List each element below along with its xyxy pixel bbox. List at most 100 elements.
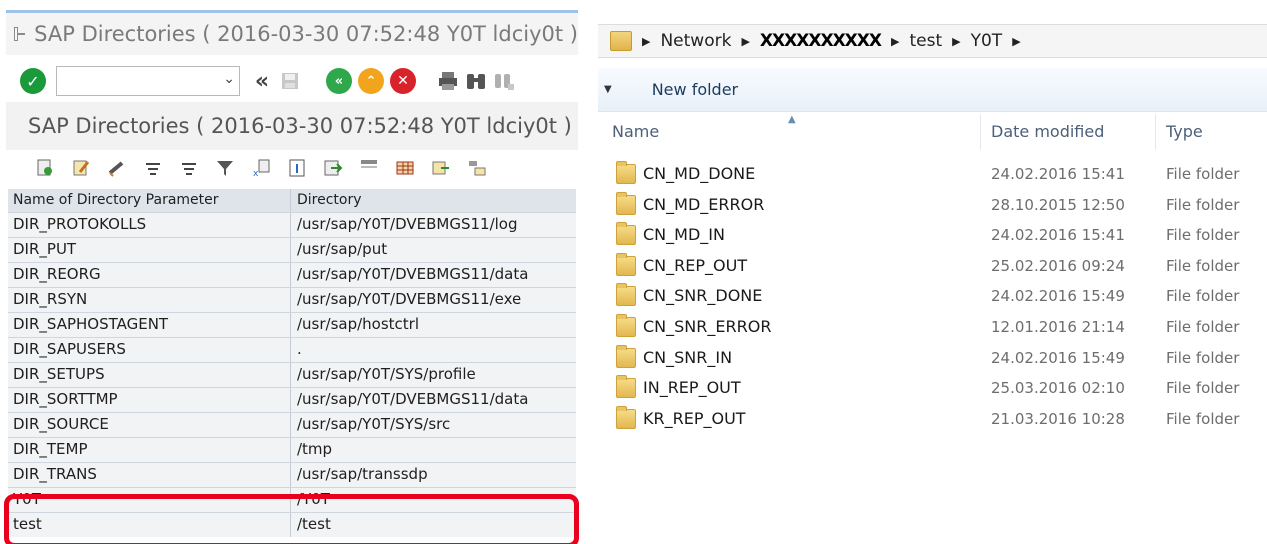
sort-ascending-icon[interactable] <box>140 156 166 180</box>
sort-descending-icon[interactable] <box>176 156 202 180</box>
list-item[interactable]: IN_REP_OUT 25.03.2016 02:10 File folder <box>598 374 1267 405</box>
sap-panel: SAP Directories ( 2016-03-30 07:52:48 Y0… <box>0 0 582 544</box>
layout-icon[interactable] <box>356 156 382 180</box>
yellow-up-icon[interactable]: ⌃ <box>358 68 384 94</box>
export-icon[interactable] <box>320 156 346 180</box>
table-row[interactable]: DIR_SORTTMP/usr/sap/Y0T/DVEBMGS11/data <box>8 387 576 412</box>
folder-type: File folder <box>1166 409 1240 428</box>
sort-indicator-icon: ▲ <box>788 114 796 125</box>
list-item[interactable]: CN_MD_DONE 24.02.2016 15:41 File folder <box>598 160 1267 191</box>
directory-table: Name of Directory Parameter Directory DI… <box>8 189 576 537</box>
check-icon[interactable]: ✓ <box>20 68 46 94</box>
column-header-parameter[interactable]: Name of Directory Parameter <box>13 189 219 212</box>
organize-dropdown-icon[interactable]: ▼ <box>604 84 612 95</box>
list-item[interactable]: CN_SNR_ERROR 12.01.2016 21:14 File folder <box>598 313 1267 344</box>
table-row[interactable]: test/test <box>8 512 576 537</box>
back-arrows-icon[interactable]: « <box>248 67 276 95</box>
list-item[interactable]: CN_MD_IN 24.02.2016 15:41 File folder <box>598 221 1267 252</box>
table-row[interactable]: DIR_REORG/usr/sap/Y0T/DVEBMGS11/data <box>8 262 576 287</box>
folder-date: 24.02.2016 15:49 <box>991 348 1125 367</box>
parameter-cell: DIR_SAPUSERS <box>13 340 126 358</box>
column-header-date-modified[interactable]: Date modified <box>991 122 1104 141</box>
directory-cell: /usr/sap/Y0T/DVEBMGS11/data <box>297 390 529 408</box>
chevron-right-icon[interactable]: ▶ <box>952 35 960 48</box>
green-back-icon[interactable]: « <box>326 68 352 94</box>
chevron-right-icon[interactable]: ▶ <box>1012 35 1020 48</box>
parameter-cell: DIR_SAPHOSTAGENT <box>13 315 169 333</box>
directory-cell: /usr/sap/Y0T/DVEBMGS11/data <box>297 265 529 283</box>
filter-icon[interactable] <box>212 156 238 180</box>
save-icon[interactable] <box>276 67 304 95</box>
list-item[interactable]: CN_REP_OUT 25.02.2016 09:24 File folder <box>598 252 1267 283</box>
table-row[interactable]: DIR_SOURCE/usr/sap/Y0T/SYS/src <box>8 412 576 437</box>
info-icon[interactable] <box>284 156 310 180</box>
table-row[interactable]: DIR_PUT/usr/sap/put <box>8 237 576 262</box>
details-icon[interactable] <box>32 156 58 180</box>
parameter-cell: DIR_SOURCE <box>13 415 109 433</box>
table-row[interactable]: Y0T/Y0T <box>8 487 576 512</box>
breadcrumb-test[interactable]: test <box>909 31 942 51</box>
total-icon[interactable]: x <box>248 156 274 180</box>
print-icon[interactable] <box>434 67 462 95</box>
column-header-name[interactable]: Name <box>612 122 659 141</box>
table-row[interactable]: DIR_SETUPS/usr/sap/Y0T/SYS/profile <box>8 362 576 387</box>
command-field[interactable]: ⌄ <box>56 66 240 96</box>
window-menu-icon[interactable] <box>14 27 26 41</box>
folder-date: 25.02.2016 09:24 <box>991 256 1125 275</box>
red-cancel-icon[interactable]: ✕ <box>390 68 416 94</box>
find-next-icon[interactable] <box>490 67 518 95</box>
list-item[interactable]: CN_MD_ERROR 28.10.2015 12:50 File folder <box>598 191 1267 222</box>
table-row[interactable]: DIR_PROTOKOLLS/usr/sap/Y0T/DVEBMGS11/log <box>8 212 576 237</box>
sap-window-titlebar: SAP Directories ( 2016-03-30 07:52:48 Y0… <box>6 13 578 55</box>
folder-type: File folder <box>1166 226 1240 245</box>
list-item[interactable]: CN_SNR_IN 24.02.2016 15:49 File folder <box>598 344 1267 375</box>
chevron-down-icon[interactable]: ⌄ <box>223 71 235 87</box>
select-layout-icon[interactable] <box>428 156 454 180</box>
folder-icon <box>616 344 636 368</box>
folder-type: File folder <box>1166 195 1240 214</box>
parameter-cell: DIR_PROTOKOLLS <box>13 215 147 233</box>
chevron-right-icon[interactable]: ▶ <box>642 35 650 48</box>
folder-date: 12.01.2016 21:14 <box>991 317 1125 336</box>
pencil-icon[interactable] <box>104 156 130 180</box>
parameter-cell: Y0T <box>13 490 41 508</box>
parameter-cell: DIR_SORTTMP <box>13 390 118 408</box>
table-row[interactable]: DIR_TEMP/tmp <box>8 437 576 462</box>
edit-icon[interactable] <box>68 156 94 180</box>
explorer-toolbar: ▼ New folder <box>598 68 1267 112</box>
parameter-cell: DIR_REORG <box>13 265 101 283</box>
table-row[interactable]: DIR_SAPHOSTAGENT/usr/sap/hostctrl <box>8 312 576 337</box>
binoculars-icon[interactable] <box>462 67 490 95</box>
folder-icon <box>616 375 636 399</box>
folder-name: CN_REP_OUT <box>643 255 748 275</box>
list-item[interactable]: KR_REP_OUT 21.03.2016 10:28 File folder <box>598 405 1267 436</box>
directory-cell: /usr/sap/Y0T/DVEBMGS11/exe <box>297 290 522 308</box>
alv-toolbar: x <box>6 150 578 186</box>
folder-icon <box>616 405 636 429</box>
table-row[interactable]: DIR_RSYN/usr/sap/Y0T/DVEBMGS11/exe <box>8 287 576 312</box>
address-bar[interactable]: ▶ Network ▶ XXXXXXXXXX ▶ test ▶ Y0T ▶ <box>598 24 1267 58</box>
folder-type: File folder <box>1166 287 1240 306</box>
parameter-cell: test <box>13 515 42 533</box>
change-layout-icon[interactable] <box>464 156 490 180</box>
new-folder-button[interactable]: New folder <box>652 80 738 99</box>
breadcrumb-y0t[interactable]: Y0T <box>971 31 1003 51</box>
list-item[interactable]: CN_SNR_DONE 24.02.2016 15:49 File folder <box>598 282 1267 313</box>
window-title: SAP Directories ( 2016-03-30 07:52:48 Y0… <box>34 22 578 46</box>
parameter-cell: DIR_TRANS <box>13 465 97 483</box>
column-headers: ▲ Name Date modified Type <box>598 114 1267 150</box>
column-header-type[interactable]: Type <box>1166 122 1203 141</box>
table-row[interactable]: DIR_TRANS/usr/sap/transsdp <box>8 462 576 487</box>
folder-icon <box>616 252 636 276</box>
folder-name: CN_MD_ERROR <box>643 194 765 214</box>
table-row[interactable]: DIR_SAPUSERS. <box>8 337 576 362</box>
spreadsheet-icon[interactable] <box>392 156 418 180</box>
breadcrumb-server[interactable]: XXXXXXXXXX <box>760 31 882 51</box>
breadcrumb-network[interactable]: Network <box>660 31 731 51</box>
folder-date: 25.03.2016 02:10 <box>991 379 1125 398</box>
chevron-right-icon[interactable]: ▶ <box>741 35 749 48</box>
folder-icon <box>616 283 636 307</box>
svg-text:x: x <box>253 169 259 178</box>
column-header-directory[interactable]: Directory <box>297 189 362 212</box>
chevron-right-icon[interactable]: ▶ <box>891 35 899 48</box>
